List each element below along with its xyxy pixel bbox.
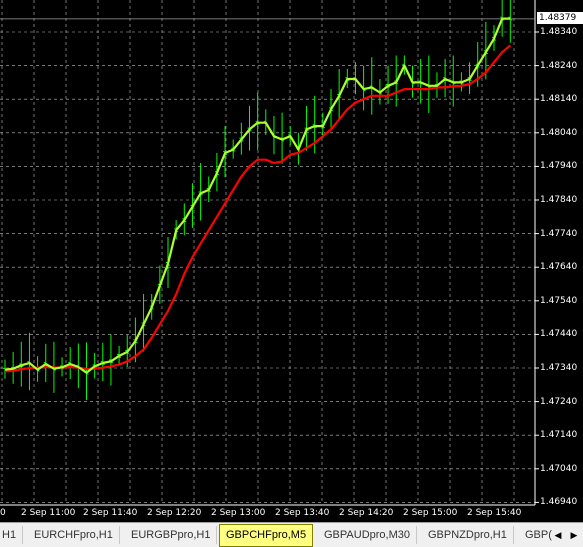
y-axis-label: 1.46940 xyxy=(540,497,578,508)
tab-label: GBPNZDpro,H1 xyxy=(428,529,507,541)
x-axis-label: 2 Sep 11:00 xyxy=(21,508,76,518)
x-axis-label: 2 Sep 11:40 xyxy=(83,508,138,518)
x-axis-label: 2 Sep 12:20 xyxy=(147,508,202,518)
y-axis-label: 1.47340 xyxy=(540,363,578,373)
tab-h1-partial[interactable]: H1 xyxy=(0,526,24,544)
tab-eurchfpro-h1[interactable]: EURCHFpro,H1 xyxy=(28,526,120,544)
tab-label: GBP( xyxy=(525,529,552,541)
y-axis-label: 1.47940 xyxy=(540,161,578,172)
x-axis-label: 0 xyxy=(0,508,6,518)
x-axis-label: 2 Sep 13:40 xyxy=(275,508,330,518)
y-axis-label: 1.48240 xyxy=(540,60,578,71)
tab-label: H1 xyxy=(2,529,17,541)
y-axis-label: 1.48140 xyxy=(540,94,578,105)
price-chart[interactable]: 1.48379 1.48340 1.48240 1.48140 1.48040 1.47… xyxy=(0,0,583,522)
tab-label: EURCHFpro,H1 xyxy=(34,529,113,541)
tab-label: GBPCHFpro,M5 xyxy=(226,529,307,541)
chart-canvas[interactable] xyxy=(0,0,583,522)
y-axis-label: 1.47040 xyxy=(540,463,578,474)
triangle-left-icon[interactable]: ◀ xyxy=(551,527,565,543)
triangle-right-icon[interactable]: ▶ xyxy=(567,527,581,543)
current-price-label: 1.48379 xyxy=(537,12,583,24)
y-axis-label: 1.47240 xyxy=(540,396,578,407)
y-axis-label: 1.47440 xyxy=(540,329,578,340)
tab-gbpaudpro-m30[interactable]: GBPAUDpro,M30 xyxy=(318,526,417,544)
y-axis-label: 1.48340 xyxy=(540,27,578,37)
x-axis-label: 2 Sep 15:00 xyxy=(403,508,458,518)
y-axis-label: 1.47640 xyxy=(540,262,578,273)
y-axis-label: 1.47840 xyxy=(540,195,578,205)
tab-label: EURGBPpro,H1 xyxy=(131,529,211,541)
y-axis-label: 1.47540 xyxy=(540,295,578,306)
x-axis-label: 2 Sep 14:20 xyxy=(339,508,394,518)
tab-gbpnzdpro-h1[interactable]: GBPNZDpro,H1 xyxy=(422,526,514,544)
tab-gbpchfpro-m5[interactable]: GBPCHFpro,M5 xyxy=(219,524,314,547)
x-axis-label: 2 Sep 15:40 xyxy=(467,508,522,518)
y-axis-label: 1.47740 xyxy=(540,228,578,239)
y-axis-label-partial: 1.48440 xyxy=(540,0,577,4)
y-axis-label: 1.47140 xyxy=(540,430,578,441)
tab-label: GBPAUDpro,M30 xyxy=(324,529,410,541)
y-axis-label: 1.48040 xyxy=(540,127,578,138)
chart-tab-bar: H1 EURCHFpro,H1 EURGBPpro,H1 GBPCHFpro,M… xyxy=(0,522,583,547)
fast-moving-average-line xyxy=(4,17,511,374)
tab-eurgbppro-h1[interactable]: EURGBPpro,H1 xyxy=(125,526,218,544)
x-axis-label: 2 Sep 13:00 xyxy=(211,508,266,518)
